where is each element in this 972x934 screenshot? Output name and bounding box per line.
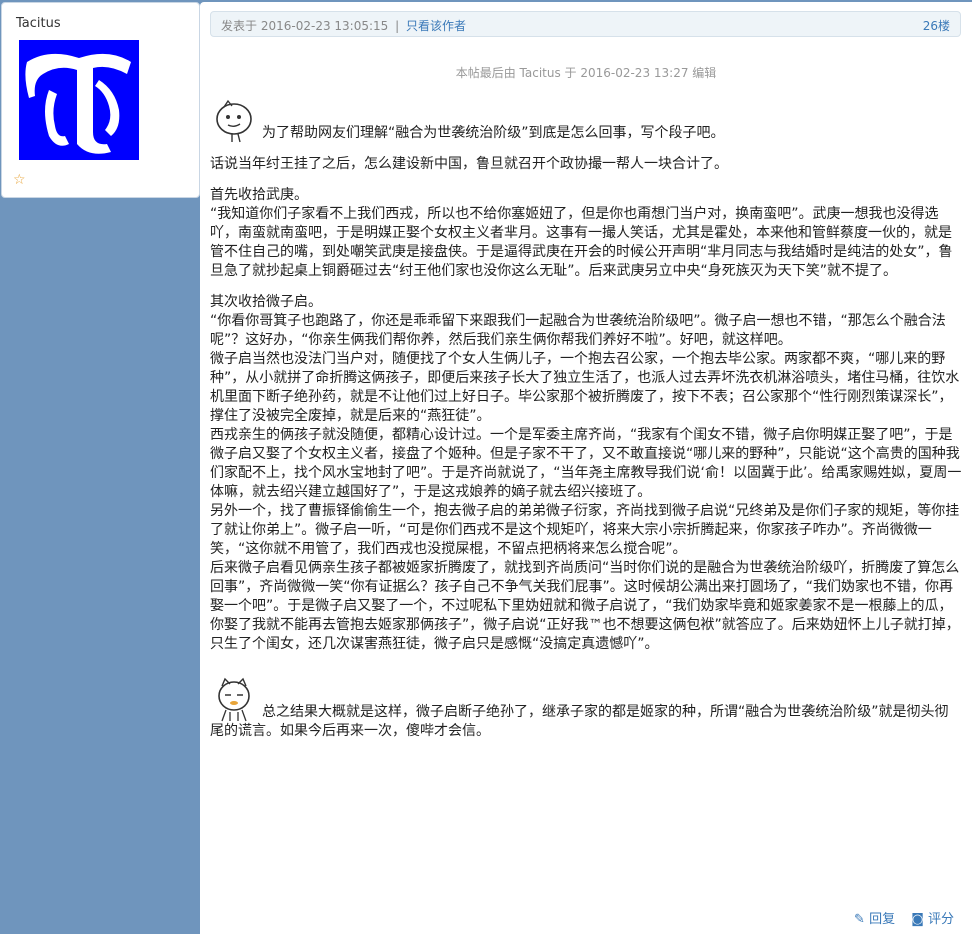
conclusion-line: 总之结果大概就是这样，微子启断子绝孙了，继承子家的都是姬家的种，所谓“融合为世袭… — [210, 676, 962, 741]
paragraph-2-title: 首先收拾武庚。 — [210, 187, 308, 203]
paragraph-1: 话说当年纣王挂了之后，怎么建设新中国，鲁旦就召开个政协撮一帮人一块合计了。 — [210, 156, 728, 172]
separator: | — [395, 19, 400, 33]
post-header: 发表于 2016-02-23 13:05:15 | 只看该作者 26楼 — [210, 11, 961, 37]
paragraph-3-title: 其次收拾微子启。 — [210, 294, 322, 310]
rating-icon: ◙ — [911, 912, 924, 927]
paragraph-3-a: “你看你哥箕子也跑路了，你还是乖乖留下来跟我们一起融合为世袭统治阶级吧”。微子启… — [210, 313, 946, 348]
cartoon-face-icon — [218, 677, 250, 722]
paragraph-2-body: “我知道你们子家看不上我们西戎，所以也不给你塞姬妞了，但是你也甭想门当户对，换南… — [210, 206, 953, 279]
pencil-icon: ✎ — [854, 912, 865, 927]
post-content: 为了帮助网友们理解“融合为世袭统治阶级”到底是怎么回事，写个段子吧。 话说当年纣… — [210, 97, 962, 753]
post: 发表于 2016-02-23 13:05:15 | 只看该作者 26楼 本帖最后… — [200, 2, 972, 934]
rate-button[interactable]: ◙ 评分 — [911, 912, 954, 927]
author-only-link[interactable]: 只看该作者 — [406, 19, 466, 33]
paragraph-2: 首先收拾武庚。 “我知道你们子家看不上我们西戎，所以也不给你塞姬妞了，但是你也甭… — [210, 186, 962, 281]
reply-label: 回复 — [869, 912, 896, 927]
cartoon-face-icon — [216, 99, 252, 143]
intro-text: 为了帮助网友们理解“融合为世袭统治阶级”到底是怎么回事，写个段子吧。 — [262, 125, 725, 141]
conclusion-text: 总之结果大概就是这样，微子启断子绝孙了，继承子家的都是姬家的种，所谓“融合为世袭… — [210, 704, 949, 739]
edit-note: 本帖最后由 Tacitus 于 2016-02-23 13:27 编辑 — [455, 66, 717, 80]
post-meta: 发表于 2016-02-23 13:05:15 | 只看该作者 — [221, 17, 466, 34]
rate-label: 评分 — [927, 912, 954, 927]
user-card: Tacitus ☆ — [1, 2, 200, 198]
paragraph-3-b: 微子启当然也没法门当户对，随便找了个女人生俩儿子，一个抱去召公家，一个抱去毕公家… — [210, 351, 960, 424]
paragraph-3-d: 另外一个，找了曹振铎偷偷生一个，抱去微子启的弟弟微子衍家，齐尚找到微子启说“兄终… — [210, 503, 960, 557]
intro-line: 为了帮助网友们理解“融合为世袭统治阶级”到底是怎么回事，写个段子吧。 — [210, 97, 962, 143]
posted-prefix: 发表于 — [221, 19, 258, 33]
posted-time: 2016-02-23 13:05:15 — [260, 19, 389, 33]
avatar[interactable] — [19, 40, 139, 160]
username[interactable]: Tacitus — [16, 16, 61, 31]
post-actions: ✎ 回复 ◙ 评分 — [842, 908, 954, 927]
reply-button[interactable]: ✎ 回复 — [854, 912, 895, 927]
paragraph-3-c: 西戎亲生的俩孩子就没随便，都精心设计过。一个是军委主席齐尚，“我家有个闺女不错，… — [210, 427, 962, 500]
floor-number[interactable]: 26楼 — [923, 17, 950, 34]
avatar-logo-icon — [19, 40, 139, 160]
paragraph-3-e: 后来微子启看见俩亲生孩子都被姬家折腾废了，就找到齐尚质问“当时你们说的是融合为世… — [210, 560, 960, 652]
paragraph-3: 其次收拾微子启。 “你看你哥箕子也跑路了，你还是乖乖留下来跟我们一起融合为世袭统… — [210, 293, 962, 654]
star-icon[interactable]: ☆ — [13, 172, 26, 188]
